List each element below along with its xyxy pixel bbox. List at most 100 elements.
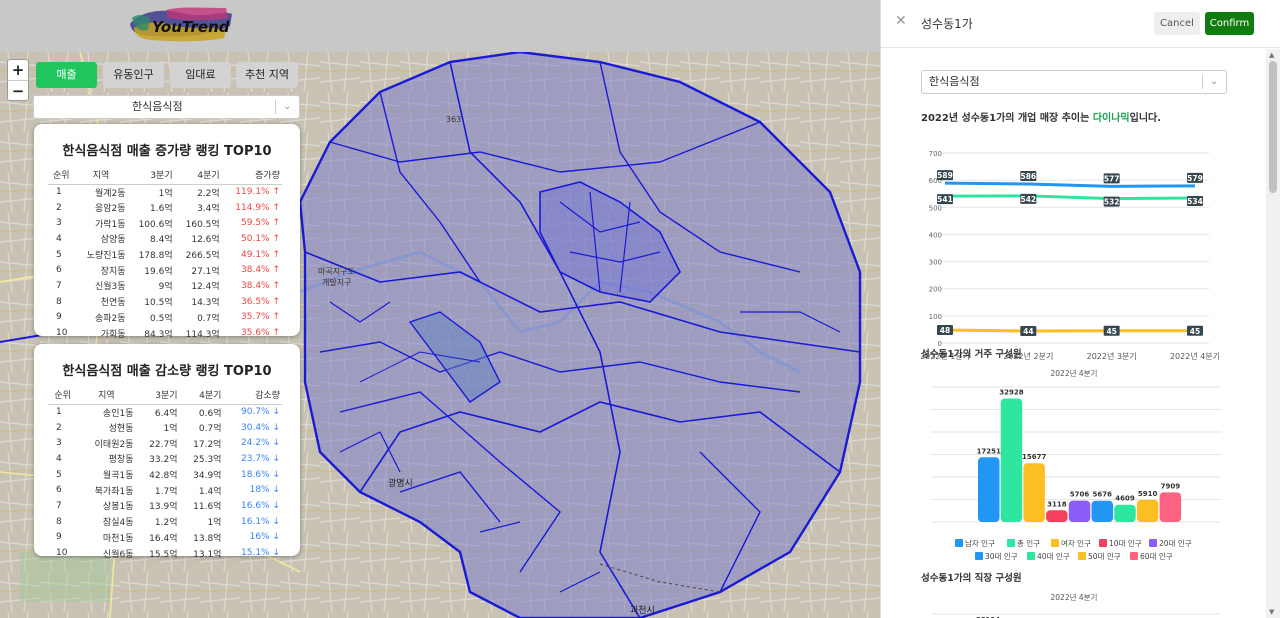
table-cell: 12.6억	[191, 235, 220, 246]
chevron-down-icon[interactable]: ⌄	[1210, 71, 1218, 93]
zoom-out-button[interactable]: −	[8, 80, 28, 100]
table-row[interactable]: 5 노량진1동 178.8억 266.5억 49.1% ↑	[48, 247, 282, 263]
table-row[interactable]: 10 신월6동 15.5억 13.1억 15.1% ↓	[48, 545, 282, 561]
resident-section-title: 성수동1가의 거주 구성원	[921, 349, 1022, 360]
bar	[1023, 463, 1045, 522]
data-label: 589	[937, 170, 953, 181]
table-row[interactable]: 3 가락1동 100.6억 160.5억 59.5% ↑	[48, 215, 282, 231]
table-header: 증가량	[221, 165, 282, 185]
data-label: 542	[1020, 193, 1037, 204]
table-row[interactable]: 3 이태원2동 22.7억 17.2억 24.2% ↓	[48, 435, 282, 451]
table-cell: 8	[56, 516, 62, 527]
table-cell: 3	[56, 438, 62, 449]
bar	[1114, 504, 1136, 522]
table-cell: 24.2% ↓	[241, 438, 280, 449]
table-header: 4분기	[174, 165, 222, 185]
table-row[interactable]: 9 마천1동 16.4억 13.8억 16% ↓	[48, 530, 282, 546]
category-select[interactable]: 한식음식점 ⌄	[33, 95, 300, 119]
bar	[1159, 492, 1182, 522]
table-cell: 월계2동	[94, 188, 126, 199]
youtrend-logo[interactable]: YouTrend	[126, 4, 236, 46]
table-cell: 10	[56, 328, 68, 339]
table-row[interactable]: 8 천연동 10.5억 14.3억 36.5% ↑	[48, 294, 282, 310]
table-row[interactable]: 6 북가좌1동 1.7억 1.4억 18% ↓	[48, 482, 282, 498]
panel-body[interactable]: 한식음식점 ⌄ 2022년 성수동1가의 개업 매장 추이는 다이나믹입니다. …	[881, 49, 1267, 618]
y-tick-label: 400	[929, 231, 942, 239]
table-cell: 노량진1동	[86, 251, 126, 262]
table-cell: 7	[56, 500, 62, 511]
legend-marker	[1027, 552, 1035, 560]
logo-text: YouTrend	[152, 18, 230, 36]
scroll-down-icon[interactable]: ▼	[1269, 608, 1274, 616]
tab-rent[interactable]: 임대료	[170, 62, 231, 88]
data-label: 45	[1103, 325, 1120, 336]
table-row[interactable]: 10 가회동 84.3억 114.3억 35.6% ↑	[48, 325, 282, 341]
table-cell: 38.4% ↑	[241, 265, 280, 276]
table-cell: 1억	[158, 188, 173, 199]
table-cell: 9	[56, 312, 62, 323]
y-tick-label: 700	[929, 150, 942, 158]
table-row[interactable]: 4 삼양동 8.4억 12.6억 50.1% ↑	[48, 231, 282, 247]
table-row[interactable]: 7 신월3동 9억 12.4억 38.4% ↑	[48, 278, 282, 294]
table-row[interactable]: 4 평창동 33.2억 25.3억 23.7% ↓	[48, 451, 282, 467]
tab-sales[interactable]: 매출	[36, 62, 97, 88]
table-row[interactable]: 8 잠실4동 1.2억 1억 16.1% ↓	[48, 514, 282, 530]
scroll-up-icon[interactable]: ▲	[1269, 51, 1274, 59]
table-cell: 114.3억	[185, 329, 220, 340]
zoom-in-button[interactable]: +	[8, 60, 28, 80]
tab-floating-population[interactable]: 유동인구	[103, 62, 164, 88]
table-row[interactable]: 2 성현동 1억 0.7억 30.4% ↓	[48, 420, 282, 436]
table-cell: 22.7억	[149, 439, 178, 450]
data-label-text: 542	[1021, 195, 1037, 204]
legend-marker	[955, 539, 963, 547]
data-label-text: 586	[1021, 172, 1037, 181]
table-row[interactable]: 2 응암2동 1.6억 3.4억 114.9% ↑	[48, 200, 282, 216]
table-row[interactable]: 1 월계2동 1억 2.2억 119.1% ↑	[48, 184, 282, 200]
data-label: 532	[1103, 196, 1120, 207]
metric-tabs: 매출 유동인구 임대료 추천 지역	[36, 62, 298, 88]
chart-subtitle: 2022년 4분기	[1051, 592, 1098, 602]
y-tick-label: 100	[929, 313, 942, 321]
data-label-text: 44	[1023, 327, 1033, 336]
panel-select-value: 한식음식점	[929, 75, 980, 88]
table-row[interactable]: 9 송파2동 0.5억 0.7억 35.7% ↑	[48, 310, 282, 326]
panel-category-select[interactable]: 한식음식점 ⌄	[921, 70, 1227, 94]
cancel-button[interactable]: Cancel	[1154, 12, 1200, 35]
data-label: 577	[1103, 173, 1120, 184]
table-row[interactable]: 6 장지동 19.6억 27.1억 38.4% ↑	[48, 262, 282, 278]
legend-label: 60대 인구	[1140, 551, 1173, 561]
top-bar: YouTrend	[0, 0, 880, 52]
table-cell: 송파2동	[94, 313, 126, 324]
increase-ranking-card: 한식음식점 매출 증가량 랭킹 TOP10 순위 지역 3분기 4분기 증가량 1 월계2…	[34, 124, 300, 340]
table-row[interactable]: 1 송인1동 6.4억 0.6억 90.7% ↓	[48, 404, 282, 420]
scrollbar-thumb[interactable]	[1269, 61, 1277, 193]
table-row[interactable]: 5 월곡1동 42.8억 34.9억 18.6% ↓	[48, 467, 282, 483]
map-label-district-1: 마곡지구도	[318, 267, 355, 276]
table-cell: 34.9억	[193, 471, 222, 482]
table-cell: 7	[56, 280, 62, 291]
table-row[interactable]: 7 상봉1동 13.9억 11.6억 16.6% ↓	[48, 498, 282, 514]
confirm-button[interactable]: Confirm	[1205, 12, 1254, 35]
table-cell: 6.4억	[154, 408, 178, 419]
table-cell: 16% ↓	[249, 532, 280, 543]
bar	[1000, 398, 1023, 522]
table-cell: 35.7% ↑	[241, 312, 280, 323]
workplace-bar-chart: 2022년 4분기38194	[931, 592, 1221, 618]
table-cell: 6	[56, 265, 62, 276]
tab-recommended-area[interactable]: 추천 지역	[236, 62, 298, 88]
data-label-text: 541	[937, 195, 953, 204]
legend-label: 10대 인구	[1109, 538, 1142, 548]
bar	[978, 457, 1000, 522]
x-tick-label: 2022년 4분기	[1170, 351, 1220, 361]
series-line	[944, 181, 1196, 188]
table-cell: 2.2억	[197, 188, 220, 199]
close-icon[interactable]: ✕	[895, 13, 907, 29]
chevron-down-icon[interactable]: ⌄	[283, 96, 291, 118]
bar-value-label: 5676	[1093, 491, 1113, 499]
table-header: 지역	[77, 385, 136, 405]
table-cell: 1.7억	[154, 486, 178, 497]
data-label: 48	[937, 324, 953, 335]
bar-value-label: 5706	[1070, 491, 1090, 499]
panel-scrollbar[interactable]: ▲ ▼	[1266, 49, 1280, 618]
data-label: 541	[937, 194, 953, 205]
